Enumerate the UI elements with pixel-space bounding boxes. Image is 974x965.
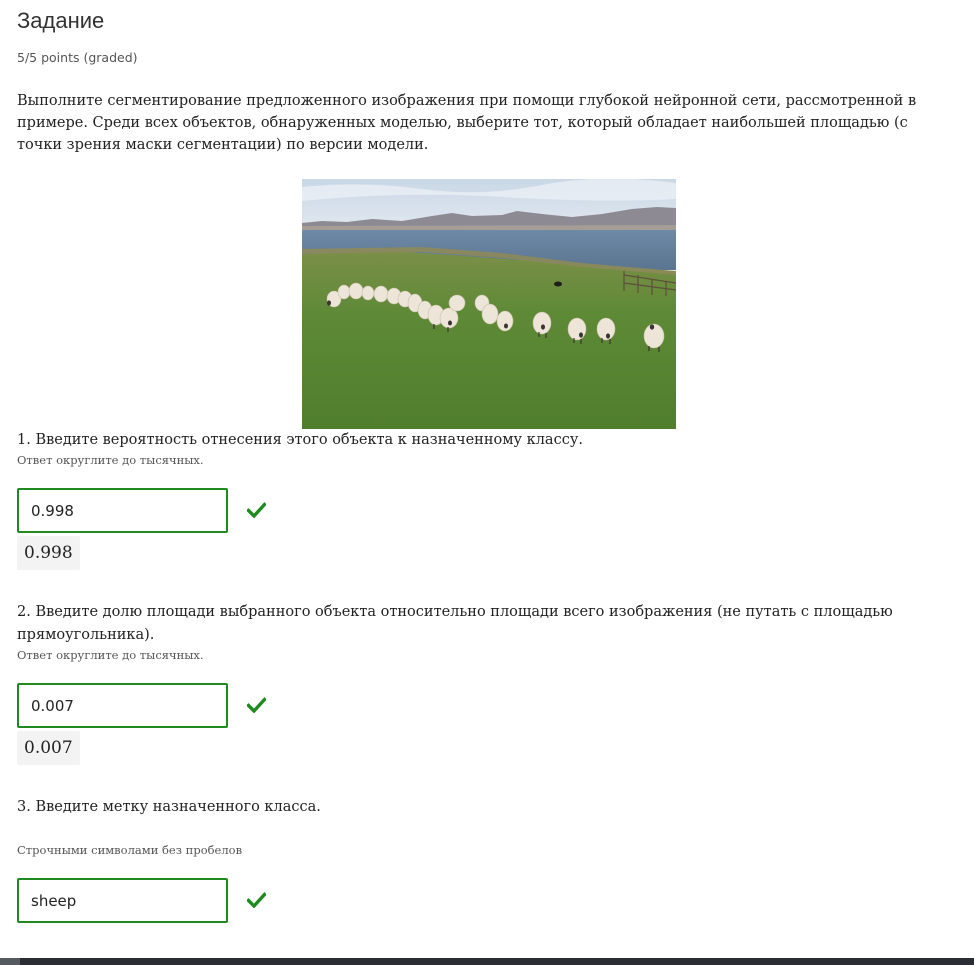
question-2-answer-input[interactable] — [17, 683, 228, 728]
problem-description: Выполните сегментирование предложенного … — [17, 93, 917, 153]
question-2-text: 2. Введите долю площади выбранного объек… — [17, 604, 893, 643]
question-3-answer-input[interactable] — [17, 878, 228, 923]
sheep-field-image — [302, 179, 676, 429]
points-label: 5/5 points (graded) — [17, 50, 138, 65]
question-3-hint: Строчными символами без пробелов — [17, 843, 243, 857]
checkmark-icon — [247, 502, 266, 518]
question-1-answer-input[interactable] — [17, 488, 228, 533]
bottom-bar — [0, 958, 974, 965]
question-1-hint: Ответ округлите до тысячных. — [17, 453, 204, 467]
problem-title: Задание — [17, 8, 105, 33]
question-2-hint: Ответ округлите до тысячных. — [17, 648, 204, 662]
question-1-answer-preview: 0.998 — [17, 536, 80, 570]
bottom-bar-edge — [0, 958, 20, 965]
question-3-text: 3. Введите метку назначенного класса. — [17, 799, 321, 815]
question-1-text: 1. Введите вероятность отнесения этого о… — [17, 432, 583, 448]
question-2-answer-preview: 0.007 — [17, 731, 80, 765]
problem-page: Задание 5/5 points (graded) Выполните се… — [0, 0, 974, 965]
checkmark-icon — [247, 697, 266, 713]
checkmark-icon — [247, 892, 266, 908]
